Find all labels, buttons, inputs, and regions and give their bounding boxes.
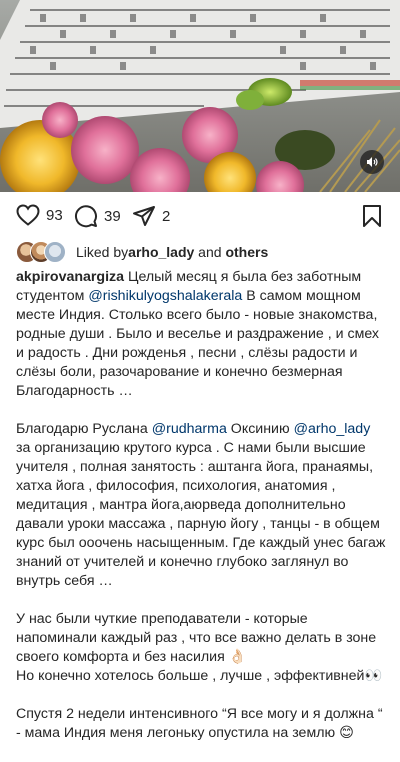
liker-avatars[interactable]: [16, 241, 66, 263]
like-button[interactable]: 93: [16, 204, 63, 226]
caption-text: Спустя 2 недели интенсивного “Я все могу…: [16, 706, 383, 741]
liked-by-and: and: [194, 244, 226, 260]
bookmark-icon: [363, 205, 381, 227]
caption-text: В самом мощном месте Индия. Столько всег…: [16, 288, 380, 399]
speaker-icon: [367, 157, 378, 167]
avatar: [44, 241, 66, 263]
like-count[interactable]: 93: [46, 207, 63, 224]
post-video[interactable]: [0, 0, 400, 192]
share-button[interactable]: 2: [132, 204, 170, 228]
liked-by-prefix: Liked by: [76, 244, 129, 260]
video-frame-image: [0, 0, 400, 192]
caption-paragraph: У нас были чуткие преподаватели - которы…: [16, 610, 388, 686]
liked-by-others-link[interactable]: others: [225, 244, 268, 260]
mute-button[interactable]: [360, 150, 384, 174]
caption-paragraph: Спустя 2 недели интенсивного “Я все могу…: [16, 705, 388, 743]
heart-icon: [16, 204, 40, 226]
caption-paragraph: akpirovanargiza Целый месяц я была без з…: [16, 268, 388, 401]
mention-link[interactable]: @arho_lady: [294, 421, 371, 437]
save-button[interactable]: [362, 204, 382, 233]
caption-text: Оксинию: [226, 421, 294, 437]
mention-link[interactable]: @rudharma: [152, 421, 227, 437]
comment-icon: [75, 205, 97, 228]
caption-text: за организацию крутого курса . С нами бы…: [16, 440, 386, 589]
liked-by-user-link[interactable]: arho_lady: [128, 244, 194, 260]
mention-link[interactable]: @rishikulyogshalakerala: [88, 288, 242, 304]
send-icon: [133, 206, 155, 226]
comment-button[interactable]: 39: [74, 204, 121, 228]
caption-text: Но конечно хотелось больше , лучше , эфф…: [16, 668, 383, 684]
share-count[interactable]: 2: [162, 208, 170, 225]
caption-text: Благодарю Руслана: [16, 421, 152, 437]
caption-text: У нас были чуткие преподаватели - которы…: [16, 611, 377, 665]
post-action-bar: 93 39 2: [0, 198, 400, 238]
liked-by-row[interactable]: Liked by arho_lady and others: [16, 240, 268, 264]
caption-paragraph: Благодарю Руслана @rudharma Оксинию @arh…: [16, 420, 388, 591]
post-caption: akpirovanargiza Целый месяц я была без з…: [16, 268, 388, 762]
author-username-link[interactable]: akpirovanargiza: [16, 269, 124, 285]
comment-count[interactable]: 39: [104, 208, 121, 225]
